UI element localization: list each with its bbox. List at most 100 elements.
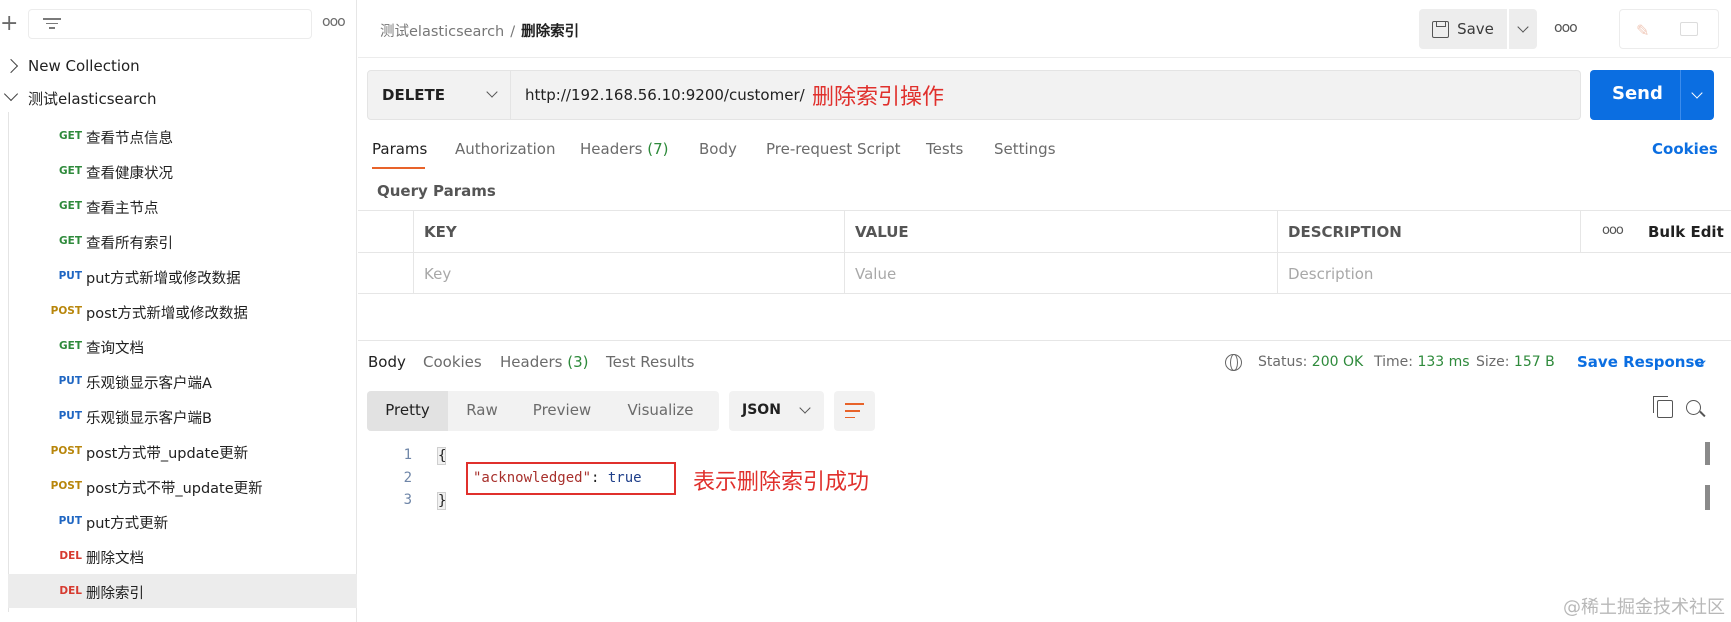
response-tab-cookies[interactable]: Cookies [423,353,482,371]
value-placeholder: Value [855,265,897,283]
tab-body[interactable]: Body [699,140,737,158]
breadcrumb-separator: / [510,24,516,40]
chevron-down-icon[interactable] [3,86,19,102]
method-value: DELETE [382,86,445,104]
request-label: put方式新增或修改数据 [86,271,241,287]
url-text: http://192.168.56.10:9200/customer/ [525,86,805,104]
method-badge: PUT [58,410,82,422]
request-item[interactable]: PUT put方式新增或修改数据 [8,259,357,293]
tab-authorization[interactable]: Authorization [455,140,555,158]
send-divider [1680,70,1681,120]
request-item[interactable]: GET 查询文档 [8,329,357,363]
view-preview[interactable]: Preview [516,391,608,431]
request-label: 乐观锁显示客户端B [86,411,212,427]
value-header: VALUE [844,211,1277,252]
method-badge: PUT [58,375,82,387]
save-button[interactable]: Save [1419,9,1507,49]
open-brace: { [437,447,447,465]
comment-icon[interactable] [1680,22,1698,36]
description-placeholder: Description [1288,265,1374,283]
wrap-lines-icon [845,403,864,419]
breadcrumb-current[interactable]: 删除索引 [521,24,579,40]
wrap-lines-button[interactable] [834,391,875,431]
scrollbar-thumb[interactable] [1705,485,1710,510]
more-options-icon[interactable]: ooo [1554,20,1578,36]
request-item[interactable]: PUT 乐观锁显示客户端A [8,364,357,398]
scrollbar-thumb[interactable] [1705,442,1710,465]
cookies-link[interactable]: Cookies [1652,140,1718,158]
request-item[interactable]: GET 查看健康状况 [8,154,357,188]
view-visualize[interactable]: Visualize [608,391,713,431]
format-select[interactable]: JSON [729,391,824,431]
request-item[interactable]: POST post方式带_update更新 [8,434,357,468]
send-button[interactable]: Send [1590,70,1714,120]
save-dropdown-button[interactable] [1509,9,1537,49]
request-item[interactable]: PUT 乐观锁显示客户端B [8,399,357,433]
request-label: post方式新增或修改数据 [86,306,248,322]
copy-icon[interactable] [1653,396,1673,418]
chevron-down-icon [486,86,498,98]
method-badge: DEL [59,585,82,597]
request-item[interactable]: PUT put方式更新 [8,504,357,538]
value-field[interactable]: Value [844,253,1277,294]
response-tab-headers[interactable]: Headers (3) [500,353,588,371]
request-header: 测试elasticsearch / 删除索引 Save ooo ✎ [358,0,1731,58]
line-number: 3 [403,492,412,508]
view-pretty[interactable]: Pretty [367,391,448,431]
more-options-icon[interactable]: ooo [322,14,346,30]
chevron-right-icon[interactable] [3,58,19,74]
request-label: 乐观锁显示客户端A [86,376,212,392]
request-label: put方式更新 [86,516,169,532]
search-icon[interactable] [1686,400,1701,415]
description-field[interactable]: Description [1277,253,1731,294]
collection-label: 测试elasticsearch [28,89,157,108]
plus-icon[interactable]: + [0,13,18,35]
tab-params[interactable]: Params [372,140,427,158]
tab-settings[interactable]: Settings [994,140,1056,158]
request-label: 查看健康状况 [86,166,173,182]
request-label: post方式带_update更新 [86,446,249,462]
collection-elasticsearch[interactable]: 测试elasticsearch [0,81,357,115]
method-badge: GET [59,340,82,352]
status-info[interactable]: Status: 200 OK [1258,354,1363,370]
response-tab-headers-label: Headers [500,353,563,371]
filter-input[interactable] [28,9,312,39]
close-brace: } [437,492,447,510]
sidebar-toolbar: + ooo [0,0,357,48]
size-info[interactable]: Size: 157 B [1476,354,1555,370]
method-select[interactable]: DELETE [367,70,511,120]
filter-icon [43,18,61,32]
request-item[interactable]: GET 查看节点信息 [8,119,357,153]
view-raw[interactable]: Raw [448,391,516,431]
request-item[interactable]: POST post方式不带_update更新 [8,469,357,503]
request-label: 查看所有索引 [86,236,173,252]
key-header-label: KEY [424,223,457,241]
breadcrumb-parent[interactable]: 测试elasticsearch [380,24,504,40]
size-value: 157 B [1513,354,1555,370]
params-table: KEY VALUE DESCRIPTION ooo Bulk Edit Key … [358,210,1731,294]
request-item[interactable]: POST post方式新增或修改数据 [8,294,357,328]
request-label: 查看主节点 [86,201,159,217]
request-item[interactable]: DEL 删除索引 [8,574,357,608]
chevron-down-icon[interactable] [1691,87,1703,99]
tab-tests[interactable]: Tests [926,140,963,158]
time-label: Time: [1374,354,1413,370]
save-response-button[interactable]: Save Response [1577,353,1705,371]
request-item[interactable]: DEL 删除文档 [8,539,357,573]
request-item[interactable]: GET 查看所有索引 [8,224,357,258]
more-options-icon[interactable]: ooo [1602,223,1624,238]
response-tab-body[interactable]: Body [368,353,406,371]
tab-prerequest-script[interactable]: Pre-request Script [766,140,901,158]
time-info[interactable]: Time: 133 ms [1374,354,1470,370]
description-header-label: DESCRIPTION [1288,223,1402,241]
response-tab-test-results[interactable]: Test Results [606,353,694,371]
tab-headers[interactable]: Headers (7) [580,140,668,158]
pencil-icon[interactable]: ✎ [1636,21,1652,40]
method-badge: POST [50,480,82,492]
request-item[interactable]: GET 查看主节点 [8,189,357,223]
globe-icon[interactable] [1225,354,1242,371]
key-field[interactable]: Key [413,253,844,294]
collection-new-collection[interactable]: New Collection [0,49,357,83]
bulk-edit-link[interactable]: Bulk Edit [1648,223,1724,241]
url-input[interactable]: http://192.168.56.10:9200/customer/ 删除索引… [511,70,1581,120]
